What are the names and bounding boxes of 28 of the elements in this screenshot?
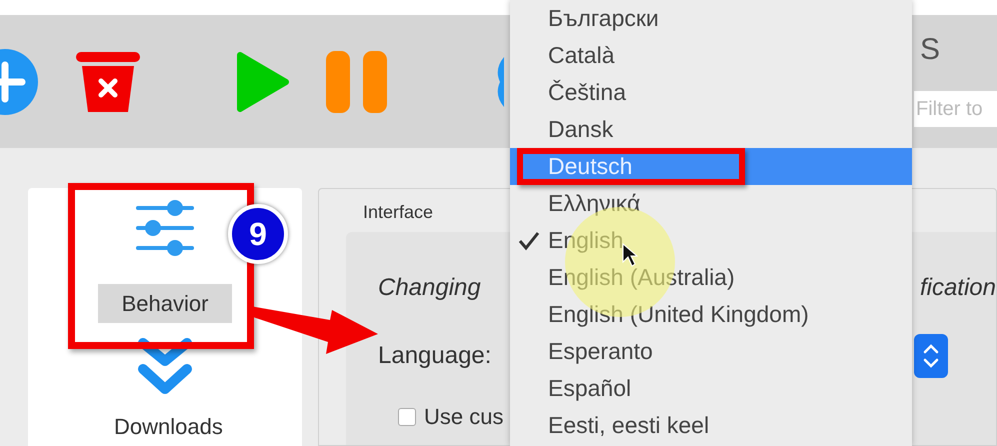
checkmark-icon [518, 230, 540, 250]
menu-item[interactable]: Eesti, eesti keel [510, 407, 912, 444]
filter-field[interactable]: Filter to [914, 91, 997, 128]
play-icon[interactable] [236, 50, 290, 113]
sidebar-item[interactable]: Downloads [98, 407, 232, 446]
menu-item[interactable]: Български [510, 0, 912, 37]
mouse-pointer-icon [622, 243, 638, 267]
pause-icon[interactable] [326, 50, 388, 113]
notice-text: Changing [378, 273, 481, 303]
menu-item[interactable]: Čeština [510, 74, 912, 111]
double-chevron-icon [137, 337, 193, 397]
sidebar-item[interactable]: Behavior [98, 284, 232, 323]
checkbox-label: Use cus [424, 403, 504, 431]
sliders-icon [135, 200, 195, 256]
menu-item[interactable]: Ελληνικά [510, 185, 912, 222]
tab-label[interactable]: S [914, 15, 997, 66]
notice-text: fication [920, 273, 996, 303]
section-title: Interface [363, 201, 434, 224]
menu-item[interactable]: Dansk [510, 111, 912, 148]
menu-item[interactable]: Català [510, 37, 912, 74]
stepper-icon[interactable] [914, 334, 948, 378]
menu-item[interactable]: English (Australia) [510, 259, 912, 296]
language-label: Language: [378, 341, 492, 371]
menu-item[interactable]: English (United Kingdom) [510, 296, 912, 333]
delete-icon[interactable] [76, 50, 140, 114]
menu-item[interactable]: Esperanto [510, 333, 912, 370]
menu-item[interactable]: Español [510, 370, 912, 407]
checkbox[interactable] [398, 408, 416, 426]
